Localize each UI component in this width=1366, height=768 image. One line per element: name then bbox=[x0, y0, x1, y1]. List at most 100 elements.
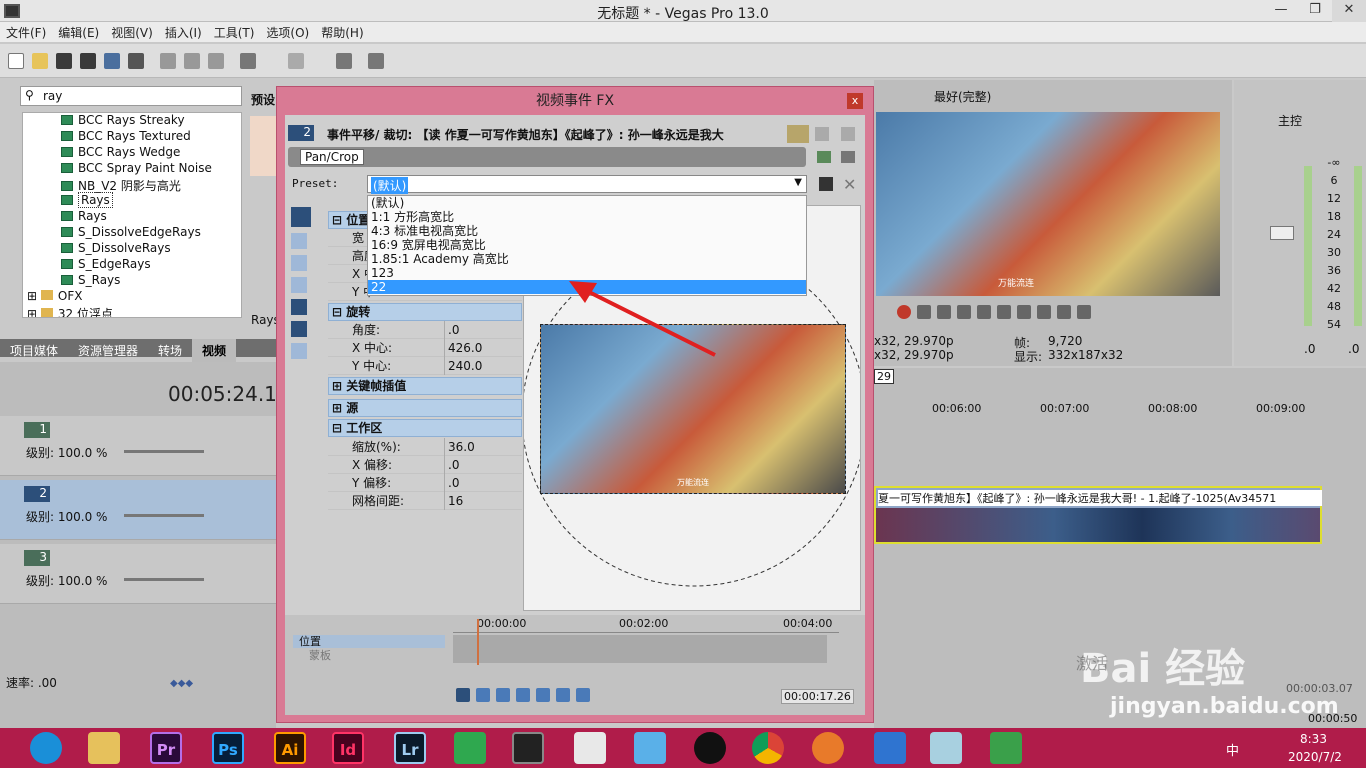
paste-icon[interactable] bbox=[208, 53, 224, 69]
tab-project-media[interactable]: 项目媒体 bbox=[0, 339, 68, 362]
property-row[interactable]: 网格间距: 16 bbox=[328, 492, 522, 510]
quality-dropdown[interactable]: 最好(完整) bbox=[934, 88, 991, 105]
app-icon[interactable] bbox=[574, 732, 606, 764]
section-rotation[interactable]: ⊟ 旋转 bbox=[328, 303, 522, 321]
qq-icon[interactable] bbox=[694, 732, 726, 764]
menu-edit[interactable]: 编辑(E) bbox=[52, 22, 105, 41]
tab-video-fx[interactable]: 视频 bbox=[192, 339, 237, 362]
restore-button[interactable]: ❐ bbox=[1298, 0, 1332, 22]
brush-icon[interactable] bbox=[336, 53, 352, 69]
property-row[interactable]: X 偏移: .0 bbox=[328, 456, 522, 474]
aspect-icon[interactable] bbox=[291, 299, 307, 315]
level-slider[interactable] bbox=[124, 578, 204, 581]
firefox-icon[interactable] bbox=[812, 732, 844, 764]
plugin-settings-icon[interactable] bbox=[817, 151, 831, 163]
browser-icon[interactable] bbox=[30, 732, 62, 764]
tab-explorer[interactable]: 资源管理器 bbox=[68, 339, 148, 362]
next-keyframe-icon[interactable] bbox=[516, 687, 530, 702]
menu-options[interactable]: 选项(O) bbox=[260, 22, 315, 41]
property-row[interactable]: 角度: .0 bbox=[328, 321, 522, 339]
open-folder-icon[interactable] bbox=[32, 53, 48, 69]
new-icon[interactable] bbox=[8, 53, 24, 69]
tree-folder[interactable]: ⊞ 32 位浮点 bbox=[27, 305, 113, 317]
close-button[interactable]: ✕ bbox=[1332, 0, 1366, 22]
snap-icon[interactable] bbox=[291, 343, 307, 359]
list-view-icon[interactable] bbox=[815, 127, 829, 141]
play-icon[interactable] bbox=[937, 304, 951, 319]
keytrack-position-row[interactable]: 位置 bbox=[293, 635, 445, 648]
remove-plugin-icon[interactable] bbox=[841, 151, 855, 163]
app-green-icon[interactable] bbox=[454, 732, 486, 764]
lightroom-icon[interactable]: Lr bbox=[394, 732, 426, 764]
tree-item[interactable]: BCC Spray Paint Noise bbox=[61, 161, 212, 177]
dialog-close-button[interactable]: x bbox=[847, 93, 863, 109]
indesign-icon[interactable]: Id bbox=[332, 732, 364, 764]
keytrack-mask-row[interactable]: 蒙板 bbox=[293, 649, 445, 662]
save-icon[interactable] bbox=[56, 53, 72, 69]
preset-option[interactable]: 16:9 宽屏电视高宽比 bbox=[368, 238, 806, 252]
next-icon[interactable] bbox=[1037, 304, 1051, 319]
vegas-icon[interactable] bbox=[512, 732, 544, 764]
cut-icon[interactable] bbox=[160, 53, 176, 69]
preset-option[interactable]: (默认) bbox=[368, 196, 806, 210]
minimize-button[interactable]: — bbox=[1264, 0, 1298, 22]
forward-icon[interactable] bbox=[1077, 304, 1091, 319]
add-keyframe-icon[interactable] bbox=[556, 687, 570, 702]
pause-icon[interactable] bbox=[977, 304, 991, 319]
preset-dropdown[interactable]: (默认) ▼ bbox=[367, 175, 807, 194]
preset-option[interactable]: 1.85:1 Academy 高宽比 bbox=[368, 252, 806, 266]
last-keyframe-icon[interactable] bbox=[536, 687, 550, 702]
tree-item[interactable]: BCC Rays Wedge bbox=[61, 145, 180, 161]
normal-edit-tool-icon[interactable] bbox=[291, 207, 311, 227]
property-row[interactable]: 缩放(%): 36.0 bbox=[328, 438, 522, 456]
sync-cursor-icon[interactable] bbox=[456, 687, 470, 702]
tree-item[interactable]: S_DissolveEdgeRays bbox=[61, 225, 201, 241]
menu-view[interactable]: 视图(V) bbox=[105, 22, 159, 41]
menu-tools[interactable]: 工具(T) bbox=[208, 22, 261, 41]
tree-item[interactable]: BCC Rays Streaky bbox=[61, 113, 185, 129]
menu-insert[interactable]: 插入(I) bbox=[159, 22, 208, 41]
zoom-tool-icon[interactable] bbox=[291, 255, 307, 271]
app-green-icon[interactable] bbox=[990, 732, 1022, 764]
property-row[interactable]: Y 中心: 240.0 bbox=[328, 357, 522, 375]
grid-view-icon[interactable] bbox=[841, 127, 855, 141]
copy-icon[interactable] bbox=[184, 53, 200, 69]
track-2[interactable]: 2 级别: 100.0 % bbox=[0, 480, 276, 540]
preset-option[interactable]: 4:3 标准电视高宽比 bbox=[368, 224, 806, 238]
property-row[interactable]: Y 偏移: .0 bbox=[328, 474, 522, 492]
section-workspace[interactable]: ⊟ 工作区 bbox=[328, 419, 522, 437]
envelope-icon[interactable] bbox=[291, 321, 307, 337]
play-start-icon[interactable] bbox=[957, 304, 971, 319]
tab-transitions[interactable]: 转场 bbox=[148, 339, 192, 362]
section-keyframe-interpolation[interactable]: ⊞ 关键帧插值 bbox=[328, 377, 522, 395]
clock-date[interactable]: 2020/7/2 bbox=[1288, 750, 1342, 764]
premiere-icon[interactable]: Pr bbox=[150, 732, 182, 764]
tree-item[interactable]: NB_V2 阴影与高光 bbox=[61, 177, 181, 193]
menu-file[interactable]: 文件(F) bbox=[0, 22, 52, 41]
level-slider[interactable] bbox=[124, 514, 204, 517]
photoshop-icon[interactable]: Ps bbox=[212, 732, 244, 764]
rate-slider[interactable]: ◆◆◆ bbox=[170, 678, 194, 689]
rewind-icon[interactable] bbox=[1057, 304, 1071, 319]
undo-icon[interactable] bbox=[240, 53, 256, 69]
track-3[interactable]: 3 级别: 100.0 % bbox=[0, 544, 276, 604]
clock-time[interactable]: 8:33 bbox=[1300, 732, 1327, 746]
chat-icon[interactable] bbox=[634, 732, 666, 764]
tree-folder[interactable]: ⊞ OFX bbox=[27, 289, 82, 305]
delete-preset-icon[interactable]: ✕ bbox=[843, 175, 856, 194]
loop-icon[interactable] bbox=[917, 304, 931, 319]
preset-option[interactable]: 1:1 方形高宽比 bbox=[368, 210, 806, 224]
save-preset-icon[interactable] bbox=[819, 177, 833, 191]
level-slider[interactable] bbox=[124, 450, 204, 453]
pan-crop-plugin-button[interactable]: Pan/Crop bbox=[300, 149, 364, 165]
menu-help[interactable]: 帮助(H) bbox=[315, 22, 369, 41]
stop-icon[interactable] bbox=[997, 304, 1011, 319]
first-keyframe-icon[interactable] bbox=[476, 687, 490, 702]
chrome-icon[interactable] bbox=[752, 732, 784, 764]
properties-icon[interactable] bbox=[128, 53, 144, 69]
tree-item-selected[interactable]: Rays bbox=[61, 192, 113, 209]
move-tool-icon[interactable] bbox=[291, 277, 307, 293]
prev-icon[interactable] bbox=[1017, 304, 1031, 319]
app-icon[interactable] bbox=[930, 732, 962, 764]
help-pointer-icon[interactable] bbox=[368, 53, 384, 69]
